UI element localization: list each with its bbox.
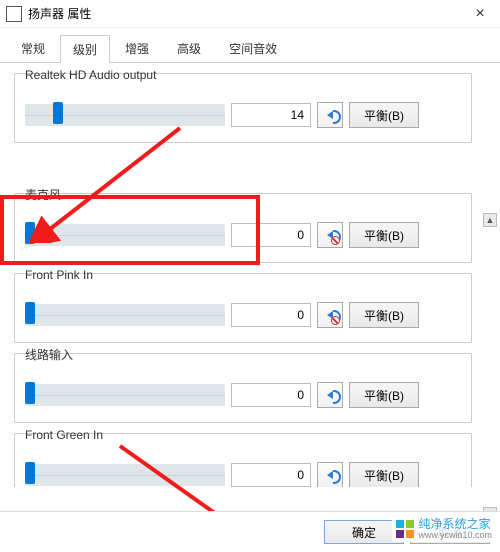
section-line: 线路输入 平衡(B): [14, 353, 472, 423]
mute-button-pink[interactable]: [317, 302, 343, 328]
speaker-icon: [327, 471, 333, 479]
tab-spatial[interactable]: 空间音效: [216, 34, 290, 62]
scroll-track[interactable]: [483, 227, 497, 507]
content-area: Realtek HD Audio output 平衡(B) 麦克风 平衡(B) …: [0, 63, 500, 487]
slider-line[interactable]: [25, 384, 225, 406]
scrollbar[interactable]: ▲ ▼: [482, 213, 498, 521]
muted-icon: [331, 236, 340, 245]
app-icon: [6, 6, 22, 22]
balance-button[interactable]: 平衡(B): [349, 382, 419, 408]
mute-button-line[interactable]: [317, 382, 343, 408]
watermark-icon: [396, 520, 414, 538]
tab-levels[interactable]: 级别: [60, 35, 110, 63]
watermark-text: 纯净系统之家: [418, 518, 492, 530]
balance-button[interactable]: 平衡(B): [349, 102, 419, 128]
slider-green[interactable]: [25, 464, 225, 486]
mute-button-green[interactable]: [317, 462, 343, 487]
balance-button[interactable]: 平衡(B): [349, 222, 419, 248]
scroll-up-icon[interactable]: ▲: [483, 213, 497, 227]
value-green[interactable]: [231, 463, 311, 487]
value-mic[interactable]: [231, 223, 311, 247]
balance-button[interactable]: 平衡(B): [349, 302, 419, 328]
section-realtek: Realtek HD Audio output 平衡(B): [14, 73, 472, 143]
tab-enhance[interactable]: 增强: [112, 34, 162, 62]
section-pink: Front Pink In 平衡(B): [14, 273, 472, 343]
muted-icon: [331, 316, 340, 325]
scroll-area: Realtek HD Audio output 平衡(B) 麦克风 平衡(B) …: [14, 69, 496, 487]
close-button[interactable]: ×: [460, 5, 500, 23]
slider-pink[interactable]: [25, 304, 225, 326]
value-realtek[interactable]: [231, 103, 311, 127]
speaker-icon: [327, 391, 333, 399]
watermark-url: www.ycwin10.com: [418, 530, 492, 540]
mute-button-realtek[interactable]: [317, 102, 343, 128]
mute-button-mic[interactable]: [317, 222, 343, 248]
slider-realtek[interactable]: [25, 104, 225, 126]
window-title: 扬声器 属性: [28, 5, 460, 22]
section-mic: 麦克风 平衡(B): [14, 193, 472, 263]
tab-advanced[interactable]: 高级: [164, 34, 214, 62]
watermark: 纯净系统之家 www.ycwin10.com: [392, 516, 496, 542]
speaker-icon: [327, 111, 333, 119]
value-line[interactable]: [231, 383, 311, 407]
tabs: 常规 级别 增强 高级 空间音效: [0, 28, 500, 63]
value-pink[interactable]: [231, 303, 311, 327]
section-green: Front Green In 平衡(B): [14, 433, 472, 487]
slider-mic[interactable]: [25, 224, 225, 246]
tab-general[interactable]: 常规: [8, 34, 58, 62]
balance-button[interactable]: 平衡(B): [349, 462, 419, 487]
titlebar: 扬声器 属性 ×: [0, 0, 500, 28]
